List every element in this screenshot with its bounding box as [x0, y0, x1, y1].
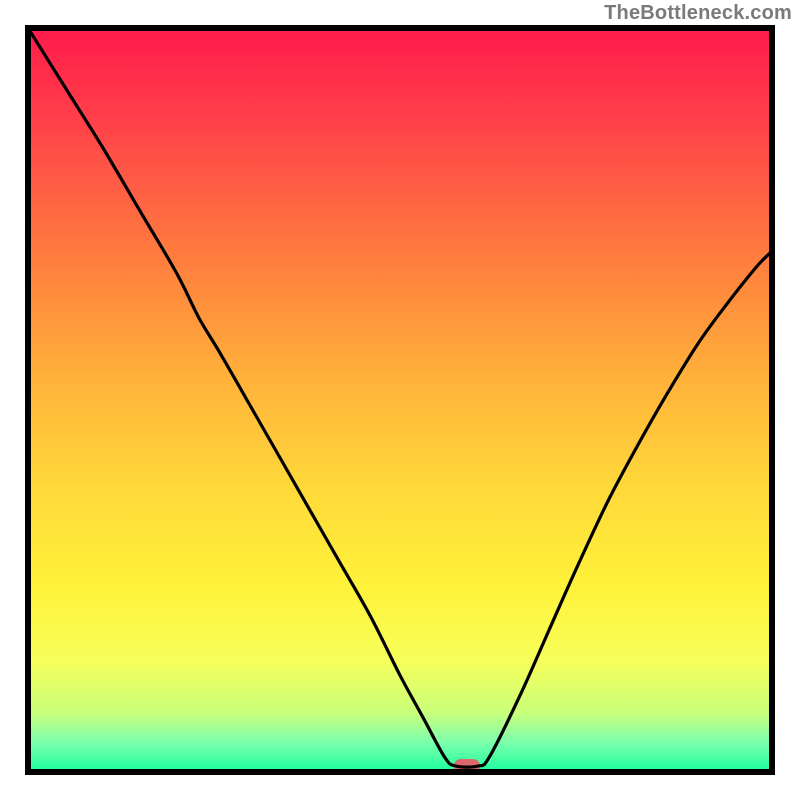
chart-container: TheBottleneck.com: [0, 0, 800, 800]
bottleneck-curve-chart: [0, 0, 800, 800]
plot-background: [28, 28, 772, 772]
watermark-text: TheBottleneck.com: [604, 2, 792, 25]
